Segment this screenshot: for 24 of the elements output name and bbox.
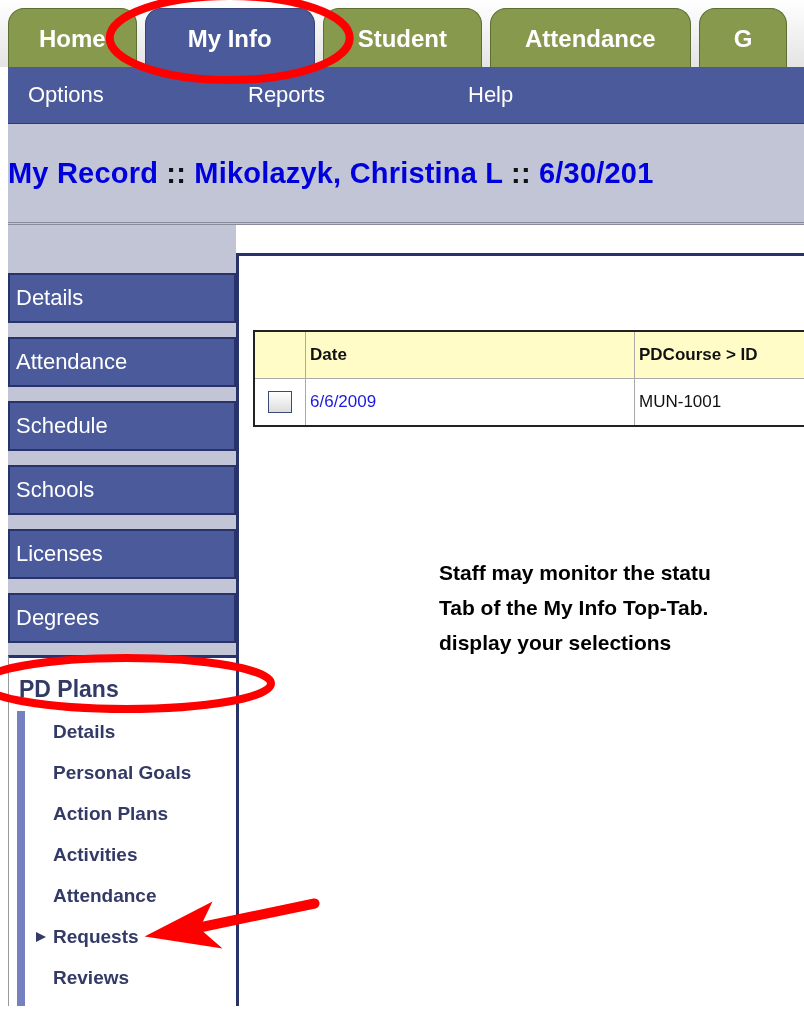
- section-link[interactable]: Attendance: [53, 884, 157, 907]
- menu-link[interactable]: Options: [28, 82, 248, 108]
- top-tab[interactable]: My Info: [144, 8, 315, 67]
- section-link[interactable]: Action Plans: [53, 802, 169, 825]
- section-link[interactable]: Reviews: [53, 966, 130, 989]
- column-header: Date: [305, 331, 635, 379]
- page-title: My Record :: Mikolazyk, Christina L :: 6/30/201: [8, 156, 654, 190]
- section-link[interactable]: Activities: [53, 843, 138, 866]
- section-link[interactable]: Details: [53, 720, 116, 743]
- date-link[interactable]: 6/6/2009: [310, 392, 377, 411]
- side-nav-button[interactable]: Schedule: [8, 401, 236, 451]
- section-link[interactable]: Personal Goals: [53, 761, 192, 784]
- side-nav-button[interactable]: Licenses: [8, 529, 236, 579]
- section-heading: PD Plans: [18, 676, 120, 703]
- menu-link[interactable]: Reports: [248, 82, 468, 108]
- section-link[interactable]: Requests: [53, 925, 139, 948]
- menu-link[interactable]: Help: [468, 82, 688, 108]
- side-nav-button[interactable]: Attendance: [8, 337, 236, 387]
- side-nav-button[interactable]: Details: [8, 273, 236, 323]
- row-checkbox[interactable]: [268, 391, 292, 413]
- side-nav-button[interactable]: Degrees: [8, 593, 236, 643]
- note-text: Staff may monitor the statu Tab of the My Info Top-Tab. display your selections: [439, 560, 712, 656]
- side-nav-button[interactable]: Schools: [8, 465, 236, 515]
- column-header: PDCourse > ID: [634, 331, 804, 379]
